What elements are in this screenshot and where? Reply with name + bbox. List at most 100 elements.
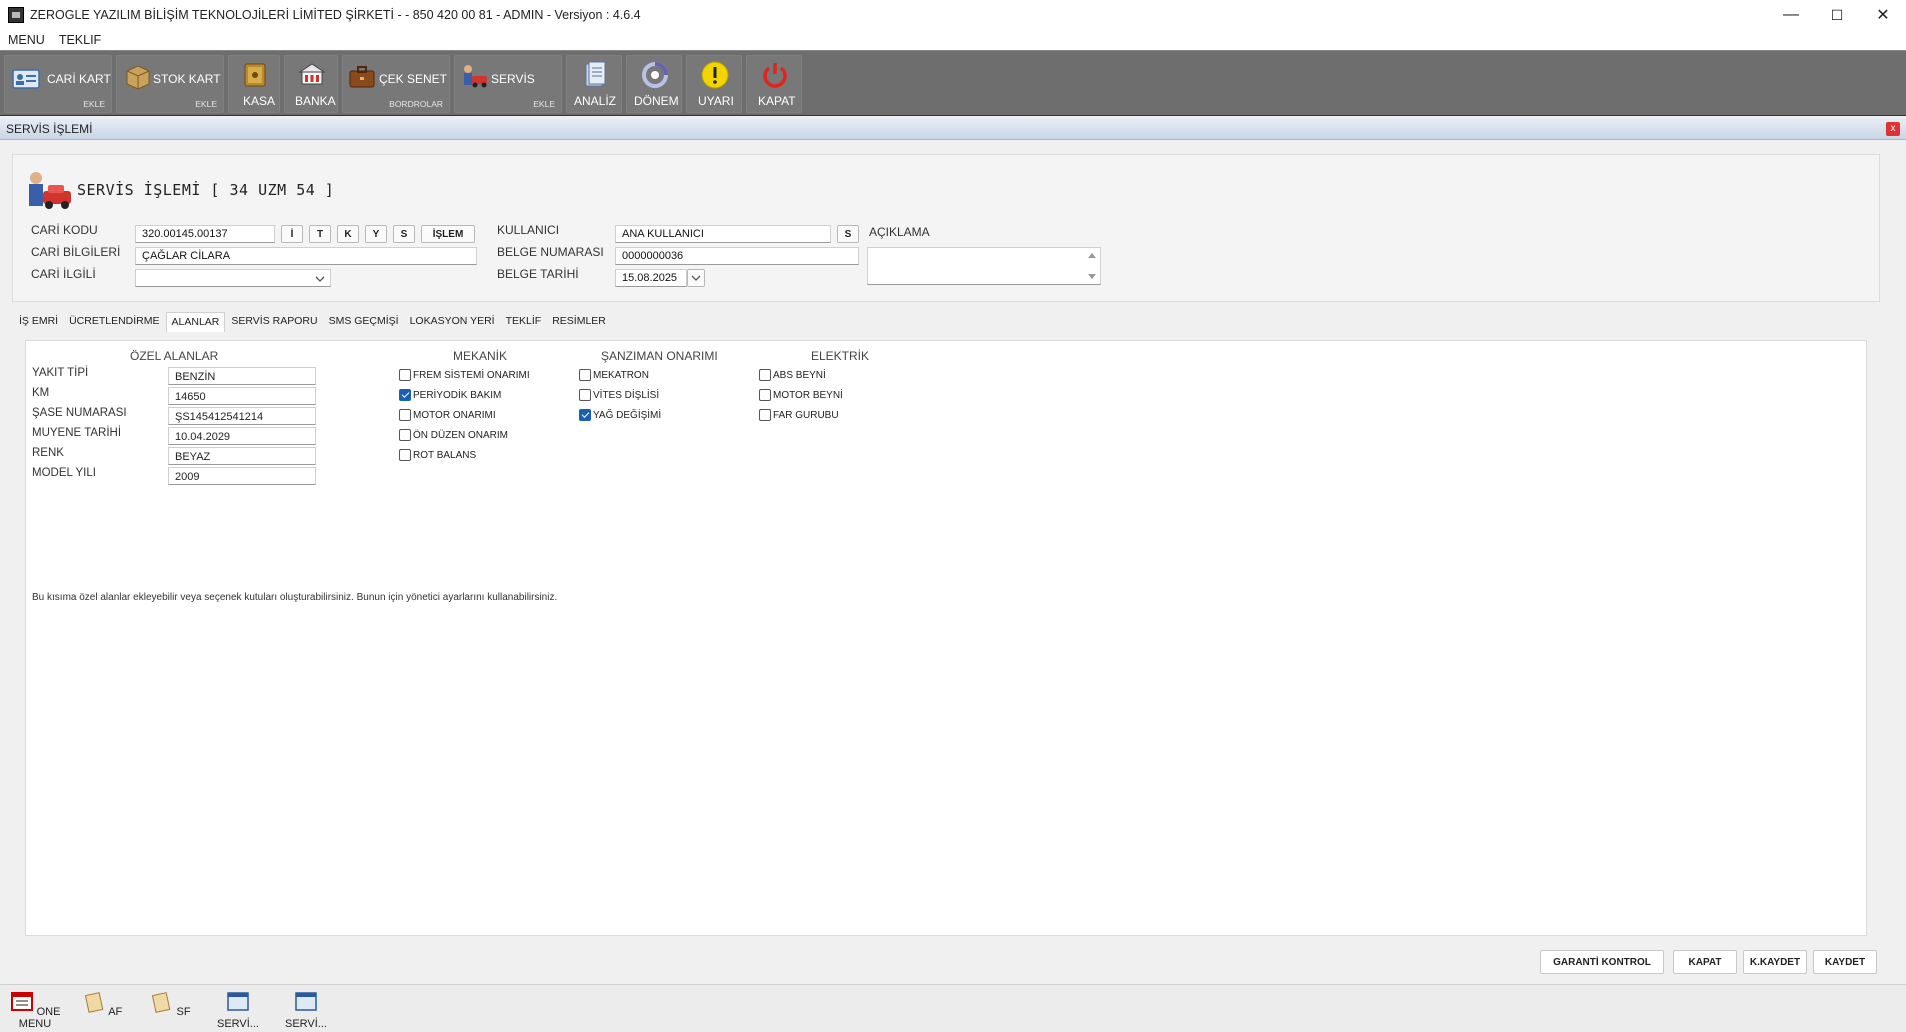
cari-k-button[interactable]: K — [337, 225, 359, 243]
toolbar-stok-kart-button[interactable]: STOK KART EKLE — [116, 55, 224, 113]
taskbar-servis-2[interactable]: SERVİ... — [278, 991, 334, 1031]
maximize-button[interactable]: ☐ — [1814, 0, 1860, 30]
checkbox-box[interactable] — [759, 409, 771, 421]
taskbar-label: SF — [176, 1006, 191, 1018]
scrollbar-arrows-icon[interactable] — [1087, 251, 1097, 281]
cari-i-button[interactable]: İ — [281, 225, 303, 243]
cari-y-button[interactable]: Y — [365, 225, 387, 243]
mekanik-title: MEKANİK — [453, 349, 508, 363]
scroll-icon — [84, 992, 104, 1013]
checkbox-motor-beyni[interactable]: MOTOR BEYNİ — [759, 389, 843, 401]
tab-is-emri[interactable]: İŞ EMRİ — [14, 312, 63, 332]
islem-button[interactable]: İŞLEM — [421, 225, 475, 243]
aciklama-textarea[interactable] — [867, 247, 1101, 285]
chevron-down-icon[interactable] — [315, 275, 325, 283]
tab-resimler[interactable]: RESİMLER — [547, 312, 611, 332]
muyene-tarihi-input[interactable]: 10.04.2029 — [168, 427, 316, 445]
belge-tarihi-input[interactable]: 15.08.2025 — [615, 269, 687, 287]
toolbar-cari-kart-button[interactable]: CARİ KART EKLE — [4, 55, 112, 113]
model-yili-input[interactable]: 2009 — [168, 467, 316, 485]
tab-teklif[interactable]: TEKLİF — [501, 312, 547, 332]
checkbox-abs-beyni[interactable]: ABS BEYNİ — [759, 369, 826, 381]
cari-kodu-input[interactable]: 320.00145.00137 — [135, 225, 275, 243]
checkbox-box[interactable] — [579, 389, 591, 401]
toolbar-donem-button[interactable]: DÖNEM — [626, 55, 682, 113]
checkbox-on-duzen-onarim[interactable]: ÖN DÜZEN ONARIM — [399, 429, 508, 441]
checkbox-mekatron[interactable]: MEKATRON — [579, 369, 649, 381]
close-window-button[interactable]: ✕ — [1860, 0, 1906, 30]
checkbox-box[interactable] — [579, 369, 591, 381]
toolbar-cek-senet-button[interactable]: ÇEK SENET BORDROLAR — [342, 55, 450, 113]
toolbar-kasa-button[interactable]: KASA — [228, 55, 280, 113]
checkbox-box[interactable] — [399, 449, 411, 461]
cari-bilgileri-input[interactable]: ÇAĞLAR CİLARA — [135, 247, 477, 265]
checkbox-vites-dislisi[interactable]: VİTES DİŞLİSİ — [579, 389, 659, 401]
kullanici-s-button[interactable]: S — [837, 225, 859, 243]
checkbox-far-gurubu[interactable]: FAR GURUBU — [759, 409, 839, 421]
toolbar-cari-kart-sub: EKLE — [83, 99, 105, 109]
belge-numarasi-input[interactable]: 0000000036 — [615, 247, 859, 265]
checkbox-yag-degisimi[interactable]: YAĞ DEĞİŞİMİ — [579, 409, 661, 421]
menu-item-menu[interactable]: MENU — [8, 33, 45, 47]
panel-close-button[interactable]: x — [1886, 122, 1900, 136]
kullanici-input[interactable]: ANA KULLANICI — [615, 225, 831, 243]
sase-numarasi-input[interactable]: ŞS145412541214 — [168, 407, 316, 425]
toolbar-kasa-label: KASA — [243, 94, 276, 108]
taskbar-sf[interactable]: SF — [142, 991, 198, 1031]
tab-servis-raporu[interactable]: SERVİS RAPORU — [226, 312, 322, 332]
checkbox-frem-sistemi-onarimi[interactable]: FREM SİSTEMİ ONARIMI — [399, 369, 530, 381]
checkbox-box[interactable] — [399, 389, 411, 401]
checkbox-box[interactable] — [579, 409, 591, 421]
toolbar-banka-button[interactable]: BANKA — [284, 55, 338, 113]
checkbox-label: FREM SİSTEMİ ONARIMI — [413, 369, 530, 381]
minimize-button[interactable]: — — [1768, 0, 1814, 30]
taskbar-label: AF — [108, 1006, 123, 1018]
toolbar-kapat-button[interactable]: KAPAT — [746, 55, 802, 113]
checkbox-box[interactable] — [399, 429, 411, 441]
taskbar-servis-1[interactable]: SERVİ... — [210, 991, 266, 1031]
toolbar-analiz-button[interactable]: ANALİZ — [566, 55, 622, 113]
menu-item-teklif[interactable]: TEKLIF — [59, 33, 101, 47]
checkbox-box[interactable] — [399, 409, 411, 421]
kapat-button[interactable]: KAPAT — [1673, 950, 1737, 974]
cari-ilgili-select[interactable] — [135, 269, 331, 287]
toolbar-uyari-button[interactable]: UYARI — [686, 55, 742, 113]
checkbox-box[interactable] — [399, 369, 411, 381]
checkbox-box[interactable] — [759, 389, 771, 401]
window-title: ZEROGLE YAZILIM BİLİŞİM TEKNOLOJİLERİ Lİ… — [30, 8, 641, 22]
tab-sms-gecmisi[interactable]: SMS GEÇMİŞİ — [324, 312, 404, 332]
checkbox-label: ÖN DÜZEN ONARIM — [413, 429, 508, 441]
toolbar-servis-button[interactable]: SERVİS EKLE — [454, 55, 562, 113]
yakit-tipi-input[interactable]: BENZİN — [168, 367, 316, 385]
km-input[interactable]: 14650 — [168, 387, 316, 405]
checkbox-periyodik-bakim[interactable]: PERİYODİK BAKIM — [399, 389, 501, 401]
sanziman-onarimi-title: ŞANZIMAN ONARIMI — [601, 349, 718, 363]
toolbar-uyari-label: UYARI — [698, 94, 734, 108]
checkbox-label: YAĞ DEĞİŞİMİ — [593, 409, 662, 421]
window-icon — [227, 992, 249, 1011]
tab-lokasyon-yeri[interactable]: LOKASYON YERİ — [405, 312, 500, 332]
cari-s-button[interactable]: S — [393, 225, 415, 243]
alanlar-content: ÖZEL ALANLAR YAKIT TİPİ BENZİN KM 14650 … — [25, 340, 1867, 936]
km-label: KM — [32, 387, 50, 399]
date-picker-button[interactable] — [687, 269, 705, 287]
checkbox-label: FAR GURUBU — [773, 409, 839, 421]
tab-alanlar[interactable]: ALANLAR — [165, 312, 226, 332]
servis-islemi-panel: SERVİS İŞLEMİ x SERVİS İŞLEMİ [ 34 UZM 5… — [0, 118, 1906, 984]
info-text: Bu kısıma özel alanlar ekleyebilir veya … — [32, 592, 558, 603]
garanti-kontrol-button[interactable]: GARANTİ KONTROL — [1540, 950, 1664, 974]
checkbox-motor-onarimi[interactable]: MOTOR ONARIMI — [399, 409, 496, 421]
tab-ucretlendirme[interactable]: ÜCRETLENDİRME — [64, 312, 164, 332]
elektrik-title: ELEKTRİK — [811, 349, 870, 363]
k-kaydet-button[interactable]: K.KAYDET — [1743, 950, 1807, 974]
kaydet-button[interactable]: KAYDET — [1813, 950, 1877, 974]
renk-input[interactable]: BEYAZ — [168, 447, 316, 465]
briefcase-icon — [349, 66, 375, 88]
checkbox-box[interactable] — [759, 369, 771, 381]
taskbar-af[interactable]: AF — [74, 991, 130, 1031]
panel-title: SERVİS İŞLEMİ — [6, 121, 93, 136]
cari-t-button[interactable]: T — [309, 225, 331, 243]
taskbar-one-menu[interactable]: ONE MENU — [6, 991, 64, 1031]
toolbar-analiz-label: ANALİZ — [574, 94, 617, 108]
checkbox-rot-balans[interactable]: ROT BALANS — [399, 449, 476, 461]
